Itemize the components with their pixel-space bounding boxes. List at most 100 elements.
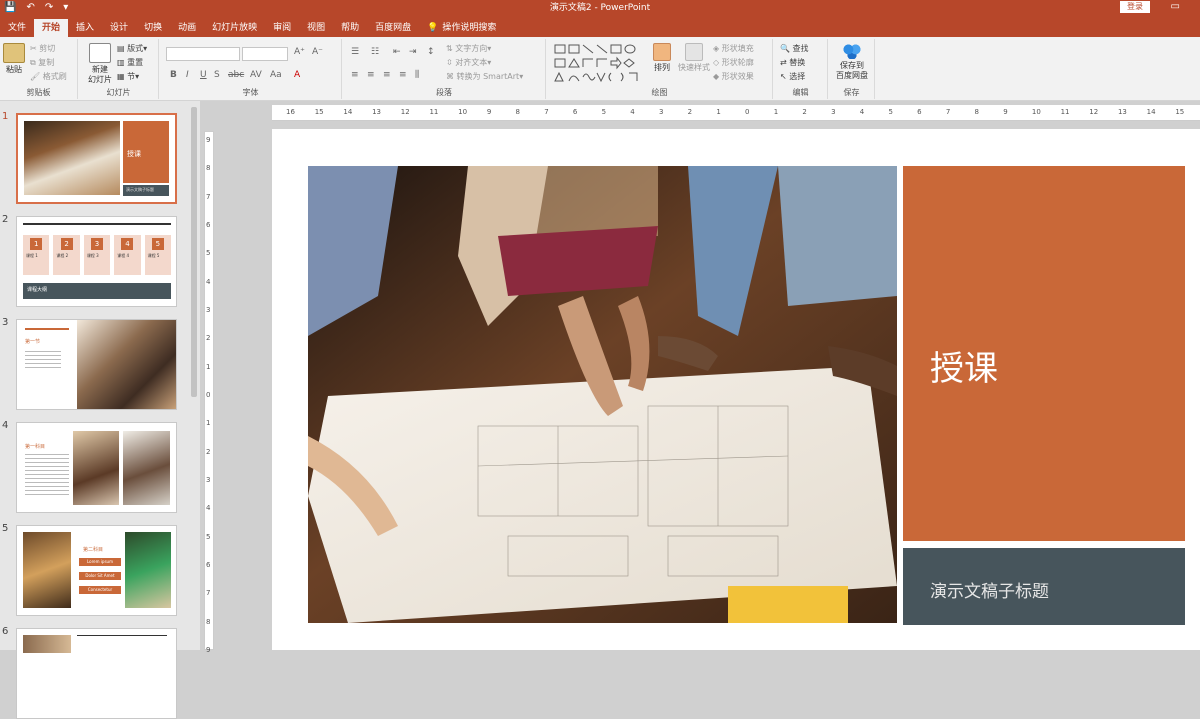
font-color-icon[interactable]: A <box>294 70 300 80</box>
font-group-label: 字体 <box>242 88 259 97</box>
blueprint-photo-illustration <box>308 166 897 623</box>
shrink-font-icon[interactable]: A⁻ <box>312 47 323 57</box>
thumbnail-photo <box>123 431 170 505</box>
tab-design[interactable]: 设计 <box>102 19 136 37</box>
ruler-label: 10 <box>1031 108 1041 116</box>
slide-title[interactable]: 授课 <box>930 341 998 390</box>
slide-thumbnail-3[interactable]: 第一节 <box>16 319 177 410</box>
ruler-label: 3 <box>658 108 664 116</box>
slide-photo[interactable] <box>308 166 897 623</box>
tab-insert[interactable]: 插入 <box>68 19 102 37</box>
tab-view[interactable]: 视图 <box>299 19 333 37</box>
lightbulb-icon: 💡 <box>427 23 439 33</box>
shape-outline-button[interactable]: ◇ 形状轮廓 <box>713 58 754 68</box>
spacing-icon[interactable]: AV <box>250 70 262 80</box>
slides-group-label: 幻灯片 <box>106 88 131 97</box>
quick-styles-icon <box>685 43 703 61</box>
tab-home[interactable]: 开始 <box>34 19 69 37</box>
shape-fill-button[interactable]: ◈ 形状填充 <box>713 44 754 54</box>
ruler-label: 9 <box>206 646 211 654</box>
shape-effects-button[interactable]: ◆ 形状效果 <box>713 72 754 82</box>
editing-group: 🔍 查找 ⇄ 替换 ↖ 选择 编辑 <box>774 39 828 99</box>
subtitle-placeholder[interactable]: 演示文稿子标题 <box>903 548 1185 625</box>
tab-transitions[interactable]: 切换 <box>136 19 170 37</box>
slide-thumbnail-4[interactable]: 第一科目 <box>16 422 177 513</box>
save-to-baidu-button[interactable]: 保存到 百度网盘 <box>835 43 869 81</box>
ruler-label: 2 <box>802 108 807 116</box>
thumbnail-scrollbar[interactable] <box>190 101 198 650</box>
ribbon-display-options-icon[interactable]: ▭ <box>1171 1 1180 13</box>
decrease-indent-icon[interactable]: ⇤ <box>393 47 401 57</box>
numbering-icon[interactable]: ☷ <box>371 47 379 57</box>
drawing-group: 排列 快速样式 ◈ 形状填充 ◇ 形状轮廓 ◆ 形状效果 绘图 <box>547 39 773 99</box>
arrange-icon <box>653 43 671 61</box>
ruler-label: 2 <box>687 108 693 116</box>
slide-thumbnail-1[interactable]: 授课 演示文稿子标题 <box>16 113 177 204</box>
ruler-label: 3 <box>831 108 836 116</box>
slide-thumbnail-6[interactable] <box>16 628 177 719</box>
ruler-label: 12 <box>400 108 410 116</box>
align-right-icon[interactable]: ≡ <box>383 70 391 80</box>
ruler-label: 7 <box>206 192 211 201</box>
tab-baidu[interactable]: 百度网盘 <box>367 19 419 37</box>
title-placeholder[interactable]: 授课 <box>903 166 1185 541</box>
tell-me-search[interactable]: 💡 操作说明搜索 <box>419 19 504 37</box>
replace-button[interactable]: ⇄ 替换 <box>780 58 805 68</box>
tab-file[interactable]: 文件 <box>0 19 34 37</box>
ruler-label: 8 <box>206 164 211 173</box>
bullets-icon[interactable]: ☰ <box>351 47 359 57</box>
slide-thumbnail-5[interactable]: 第二科目 Lorem ipsum Dolor Sit Amet Consecte… <box>16 525 177 616</box>
copy-button[interactable]: ⧉ 复制 <box>30 58 54 68</box>
bold-icon[interactable]: B <box>170 70 177 80</box>
login-button[interactable]: 登录 <box>1120 1 1150 13</box>
line-spacing-icon[interactable]: ↕ <box>427 47 435 57</box>
tab-help[interactable]: 帮助 <box>333 19 367 37</box>
justify-icon[interactable]: ≡ <box>399 70 407 80</box>
increase-indent-icon[interactable]: ⇥ <box>409 47 417 57</box>
cut-button[interactable]: ✂ 剪切 <box>30 44 55 54</box>
font-name-combo[interactable] <box>166 47 240 61</box>
columns-icon[interactable]: ⫼ <box>415 70 419 80</box>
underline-icon[interactable]: U <box>200 70 207 80</box>
text-direction-button[interactable]: ⇅ 文字方向▾ <box>446 44 491 54</box>
ruler-label: 1 <box>716 108 721 116</box>
align-center-icon[interactable]: ≡ <box>367 70 375 80</box>
align-left-icon[interactable]: ≡ <box>351 70 359 80</box>
quick-styles-button[interactable]: 快速样式 <box>677 43 711 73</box>
tab-animations[interactable]: 动画 <box>170 19 204 37</box>
font-size-combo[interactable] <box>242 47 288 61</box>
new-slide-button[interactable]: 新建 幻灯片 <box>85 43 115 85</box>
slide-number: 4 <box>2 420 9 431</box>
change-case-icon[interactable]: Aa <box>270 70 282 80</box>
ruler-label: 8 <box>515 108 520 116</box>
smartart-button[interactable]: ⌘ 转换为 SmartArt▾ <box>446 72 523 82</box>
format-painter-button[interactable]: 🖌 格式刷 <box>30 72 67 82</box>
shadow-icon[interactable]: S <box>214 70 220 80</box>
slide-thumbnail-pane: 1 授课 演示文稿子标题 2 1 课程 1 2 课程 2 3 课程 3 4 课程… <box>0 101 200 719</box>
scrollbar-thumb[interactable] <box>191 107 197 397</box>
align-text-button[interactable]: ⇳ 对齐文本▾ <box>446 58 491 68</box>
thumbnail-footer-bar: 课程大纲 <box>23 283 171 299</box>
save-group-label: 保存 <box>843 88 860 97</box>
slide-thumbnail-2[interactable]: 1 课程 1 2 课程 2 3 课程 3 4 课程 4 5 课程 5 课程大纲 <box>16 216 177 307</box>
ruler-label: 11 <box>429 108 439 116</box>
strikethrough-icon[interactable]: abc <box>228 70 244 80</box>
ruler-label: 1 <box>206 362 211 371</box>
slide-canvas[interactable]: 授课 演示文稿子标题 <box>272 129 1200 650</box>
arrange-button[interactable]: 排列 <box>649 43 675 73</box>
italic-icon[interactable]: I <box>186 70 189 80</box>
find-button[interactable]: 🔍 查找 <box>780 44 809 54</box>
thumbnail-photo <box>125 532 171 608</box>
tab-slideshow[interactable]: 幻灯片放映 <box>204 19 265 37</box>
tab-review[interactable]: 审阅 <box>265 19 299 37</box>
select-button[interactable]: ↖ 选择 <box>780 72 805 82</box>
layout-button[interactable]: ▤ 版式▾ <box>117 44 147 54</box>
grow-font-icon[interactable]: A⁺ <box>294 47 305 57</box>
paragraph-group-label: 段落 <box>436 88 452 97</box>
thumbnail-photo <box>77 320 176 409</box>
paste-button[interactable]: 粘贴 <box>3 43 25 75</box>
shapes-gallery[interactable] <box>553 43 647 83</box>
reset-button[interactable]: ▥ 重置 <box>117 58 143 68</box>
slide-subtitle[interactable]: 演示文稿子标题 <box>930 577 1049 602</box>
section-button[interactable]: ▦ 节▾ <box>117 72 139 82</box>
